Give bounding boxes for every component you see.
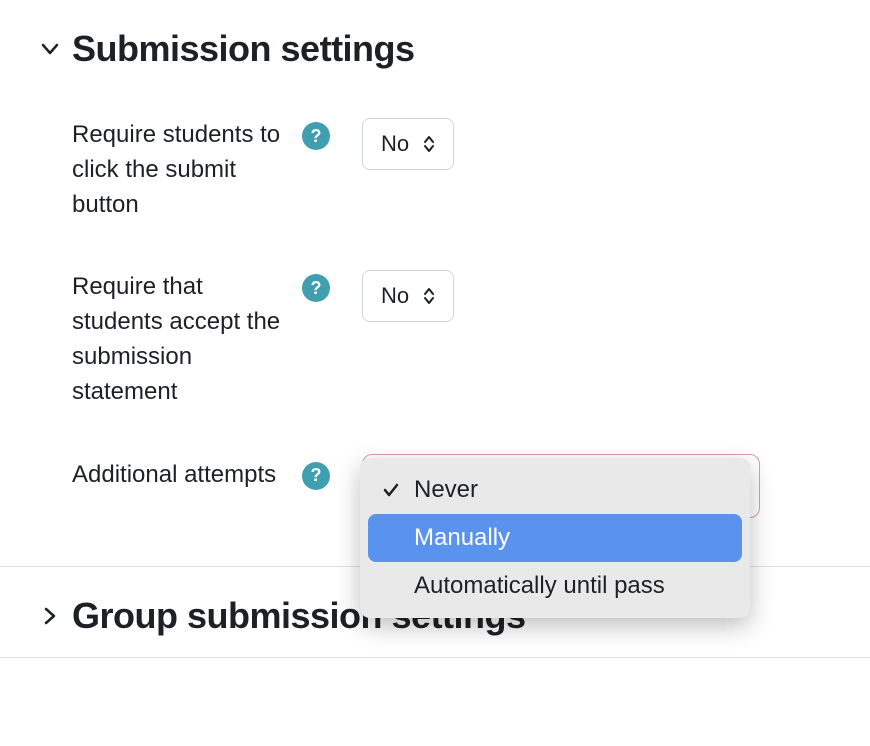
- help-icon[interactable]: ?: [302, 462, 330, 490]
- select-require-statement[interactable]: No: [362, 270, 454, 322]
- field-additional-attempts: Additional attempts ? Never: [40, 434, 830, 517]
- option-label: Automatically until pass: [414, 572, 665, 600]
- chevron-right-icon: [40, 606, 72, 626]
- field-require-statement: Require that students accept the submiss…: [40, 246, 830, 433]
- help-icon[interactable]: ?: [302, 122, 330, 150]
- field-label: Require that students accept the submiss…: [72, 270, 302, 409]
- help-icon[interactable]: ?: [302, 274, 330, 302]
- section-toggle-submission-settings[interactable]: Submission settings: [0, 0, 870, 84]
- updown-caret-icon: [423, 287, 435, 305]
- dropdown-option-never[interactable]: Never: [368, 466, 742, 514]
- section-title-submission: Submission settings: [72, 28, 415, 70]
- updown-caret-icon: [423, 135, 435, 153]
- field-require-click-submit: Require students to click the submit but…: [40, 94, 830, 246]
- dropdown-menu-additional-attempts: Never Manually Automatically until pass: [360, 458, 750, 618]
- dropdown-option-manually[interactable]: Manually: [368, 514, 742, 562]
- select-value: No: [381, 131, 409, 157]
- select-require-click-submit[interactable]: No: [362, 118, 454, 170]
- chevron-down-icon: [40, 39, 72, 59]
- option-label: Manually: [414, 524, 510, 552]
- option-label: Never: [414, 476, 478, 504]
- select-value: No: [381, 283, 409, 309]
- field-label: Additional attempts: [72, 458, 302, 493]
- field-label: Require students to click the submit but…: [72, 118, 302, 222]
- dropdown-option-auto-until-pass[interactable]: Automatically until pass: [368, 562, 742, 610]
- check-icon: [382, 481, 414, 499]
